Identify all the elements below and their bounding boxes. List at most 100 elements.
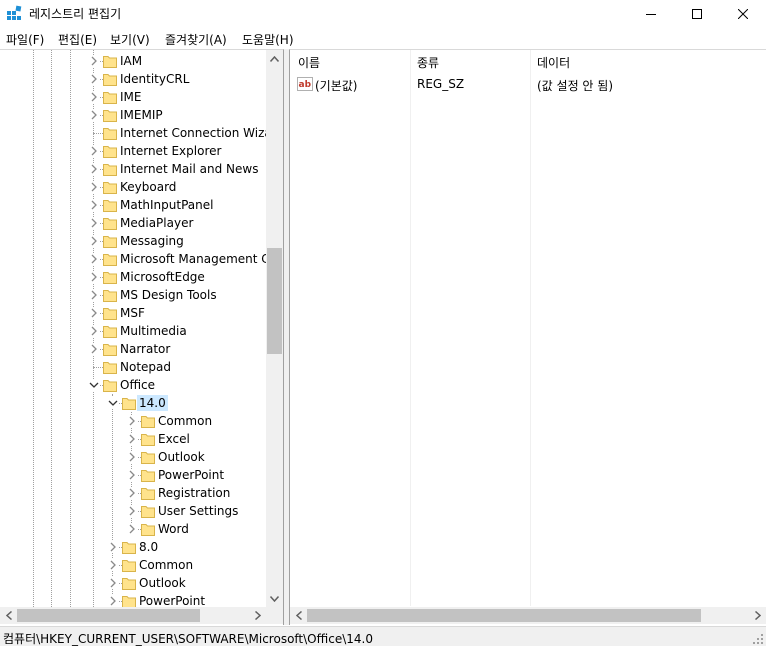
chevron-right-icon[interactable]	[88, 199, 100, 211]
tree-item[interactable]: IME	[0, 88, 266, 106]
close-button[interactable]	[720, 0, 766, 27]
chevron-right-icon[interactable]	[88, 145, 100, 157]
menu-file[interactable]: 파일(F)	[6, 31, 44, 48]
maximize-button[interactable]	[674, 0, 720, 27]
tree-item[interactable]: User Settings	[0, 502, 266, 520]
chevron-right-icon[interactable]	[107, 541, 119, 553]
tree-item[interactable]: Office	[0, 376, 266, 394]
column-divider[interactable]	[410, 50, 411, 606]
chevron-right-icon[interactable]	[107, 577, 119, 589]
tree-scroll-left-button[interactable]	[0, 607, 17, 624]
minimize-button[interactable]	[628, 0, 674, 27]
tree-item[interactable]: Common	[0, 556, 266, 574]
chevron-right-icon[interactable]	[126, 487, 138, 499]
tree-scroll-up-button[interactable]	[266, 50, 283, 67]
tree-item[interactable]: MS Design Tools	[0, 286, 266, 304]
chevron-right-icon[interactable]	[88, 307, 100, 319]
chevron-right-icon[interactable]	[88, 109, 100, 121]
tree-item[interactable]: PowerPoint	[0, 466, 266, 484]
list-horizontal-scroll-thumb[interactable]	[307, 609, 701, 622]
chevron-right-icon[interactable]	[107, 595, 119, 607]
folder-icon	[122, 398, 136, 410]
menu-help[interactable]: 도움말(H)	[242, 31, 294, 48]
folder-icon	[103, 92, 117, 104]
chevron-right-icon[interactable]	[88, 289, 100, 301]
tree-item[interactable]: Internet Explorer	[0, 142, 266, 160]
chevron-right-icon[interactable]	[88, 271, 100, 283]
value-list[interactable]: 이름 종류 데이터 ab (기본값) REG_SZ (값 설정 안 됨)	[289, 49, 766, 625]
chevron-right-icon[interactable]	[88, 91, 100, 103]
tree-scroll-right-button[interactable]	[249, 607, 266, 624]
tree-item[interactable]: Narrator	[0, 340, 266, 358]
tree-item[interactable]: Internet Connection Wizard	[0, 124, 283, 142]
column-divider[interactable]	[530, 50, 531, 606]
tree-item[interactable]: Common	[0, 412, 266, 430]
tree-item[interactable]: MicrosoftEdge	[0, 268, 266, 286]
tree-item[interactable]: Word	[0, 520, 266, 538]
tree-item[interactable]: Multimedia	[0, 322, 266, 340]
minimize-icon	[646, 13, 656, 15]
string-value-icon: ab	[297, 77, 313, 91]
tree-item[interactable]: Messaging	[0, 232, 266, 250]
chevron-right-icon	[754, 611, 761, 620]
menu-favorites[interactable]: 즐겨찾기(A)	[165, 31, 227, 48]
chevron-right-icon[interactable]	[126, 415, 138, 427]
tree-item[interactable]: Registration	[0, 484, 266, 502]
tree-horizontal-scroll-thumb[interactable]	[17, 609, 200, 622]
tree-horizontal-scrollbar[interactable]	[0, 607, 266, 624]
tree-item[interactable]: Outlook	[0, 574, 266, 592]
list-scroll-right-button[interactable]	[749, 607, 766, 624]
menu-edit[interactable]: 편집(E)	[58, 31, 97, 48]
scrollbar-corner	[266, 607, 283, 624]
chevron-right-icon[interactable]	[126, 433, 138, 445]
chevron-right-icon[interactable]	[107, 559, 119, 571]
list-horizontal-scrollbar[interactable]	[290, 607, 766, 624]
tree-item[interactable]: Outlook	[0, 448, 266, 466]
tree-item[interactable]: 14.0	[0, 394, 266, 412]
tree-item[interactable]: Internet Mail and News	[0, 160, 266, 178]
registry-tree[interactable]: IAM IdentityCRL IME IMEMIP Internet Connecti…	[0, 49, 284, 625]
folder-icon	[141, 488, 155, 500]
folder-icon	[103, 236, 117, 248]
column-header-data[interactable]: 데이터	[537, 54, 570, 71]
chevron-right-icon[interactable]	[88, 73, 100, 85]
chevron-right-icon[interactable]	[88, 235, 100, 247]
svg-text:ab: ab	[299, 80, 312, 90]
resize-grip-icon[interactable]	[752, 633, 764, 645]
column-header-name[interactable]: 이름	[298, 54, 320, 71]
tree-item[interactable]: 8.0	[0, 538, 266, 556]
column-header-type[interactable]: 종류	[417, 54, 439, 71]
folder-icon	[103, 308, 117, 320]
tree-item[interactable]: Microsoft Management Console	[0, 250, 283, 268]
chevron-right-icon[interactable]	[88, 181, 100, 193]
tree-item[interactable]: MediaPlayer	[0, 214, 266, 232]
tree-item[interactable]: IdentityCRL	[0, 70, 266, 88]
tree-item[interactable]: MathInputPanel	[0, 196, 266, 214]
tree-item-label: 14.0	[137, 395, 168, 411]
chevron-right-icon[interactable]	[126, 451, 138, 463]
tree-item[interactable]: Excel	[0, 430, 266, 448]
tree-item-label: MS Design Tools	[120, 288, 217, 302]
list-scroll-left-button[interactable]	[290, 607, 307, 624]
chevron-down-icon[interactable]	[107, 397, 119, 409]
menu-view[interactable]: 보기(V)	[110, 31, 150, 48]
chevron-right-icon[interactable]	[88, 55, 100, 67]
tree-scroll-down-button[interactable]	[266, 590, 283, 607]
chevron-right-icon[interactable]	[88, 343, 100, 355]
tree-item[interactable]: Notepad	[0, 358, 266, 376]
chevron-right-icon[interactable]	[88, 163, 100, 175]
chevron-right-icon[interactable]	[88, 217, 100, 229]
tree-vertical-scroll-thumb[interactable]	[267, 248, 282, 354]
folder-icon	[141, 506, 155, 518]
tree-item[interactable]: IMEMIP	[0, 106, 266, 124]
chevron-right-icon[interactable]	[126, 523, 138, 535]
folder-icon	[103, 272, 117, 284]
tree-item[interactable]: Keyboard	[0, 178, 266, 196]
chevron-right-icon[interactable]	[126, 505, 138, 517]
tree-item[interactable]: MSF	[0, 304, 266, 322]
chevron-right-icon[interactable]	[88, 253, 100, 265]
chevron-right-icon[interactable]	[88, 325, 100, 337]
chevron-right-icon[interactable]	[126, 469, 138, 481]
tree-item[interactable]: IAM	[0, 52, 266, 70]
chevron-down-icon[interactable]	[88, 379, 100, 391]
